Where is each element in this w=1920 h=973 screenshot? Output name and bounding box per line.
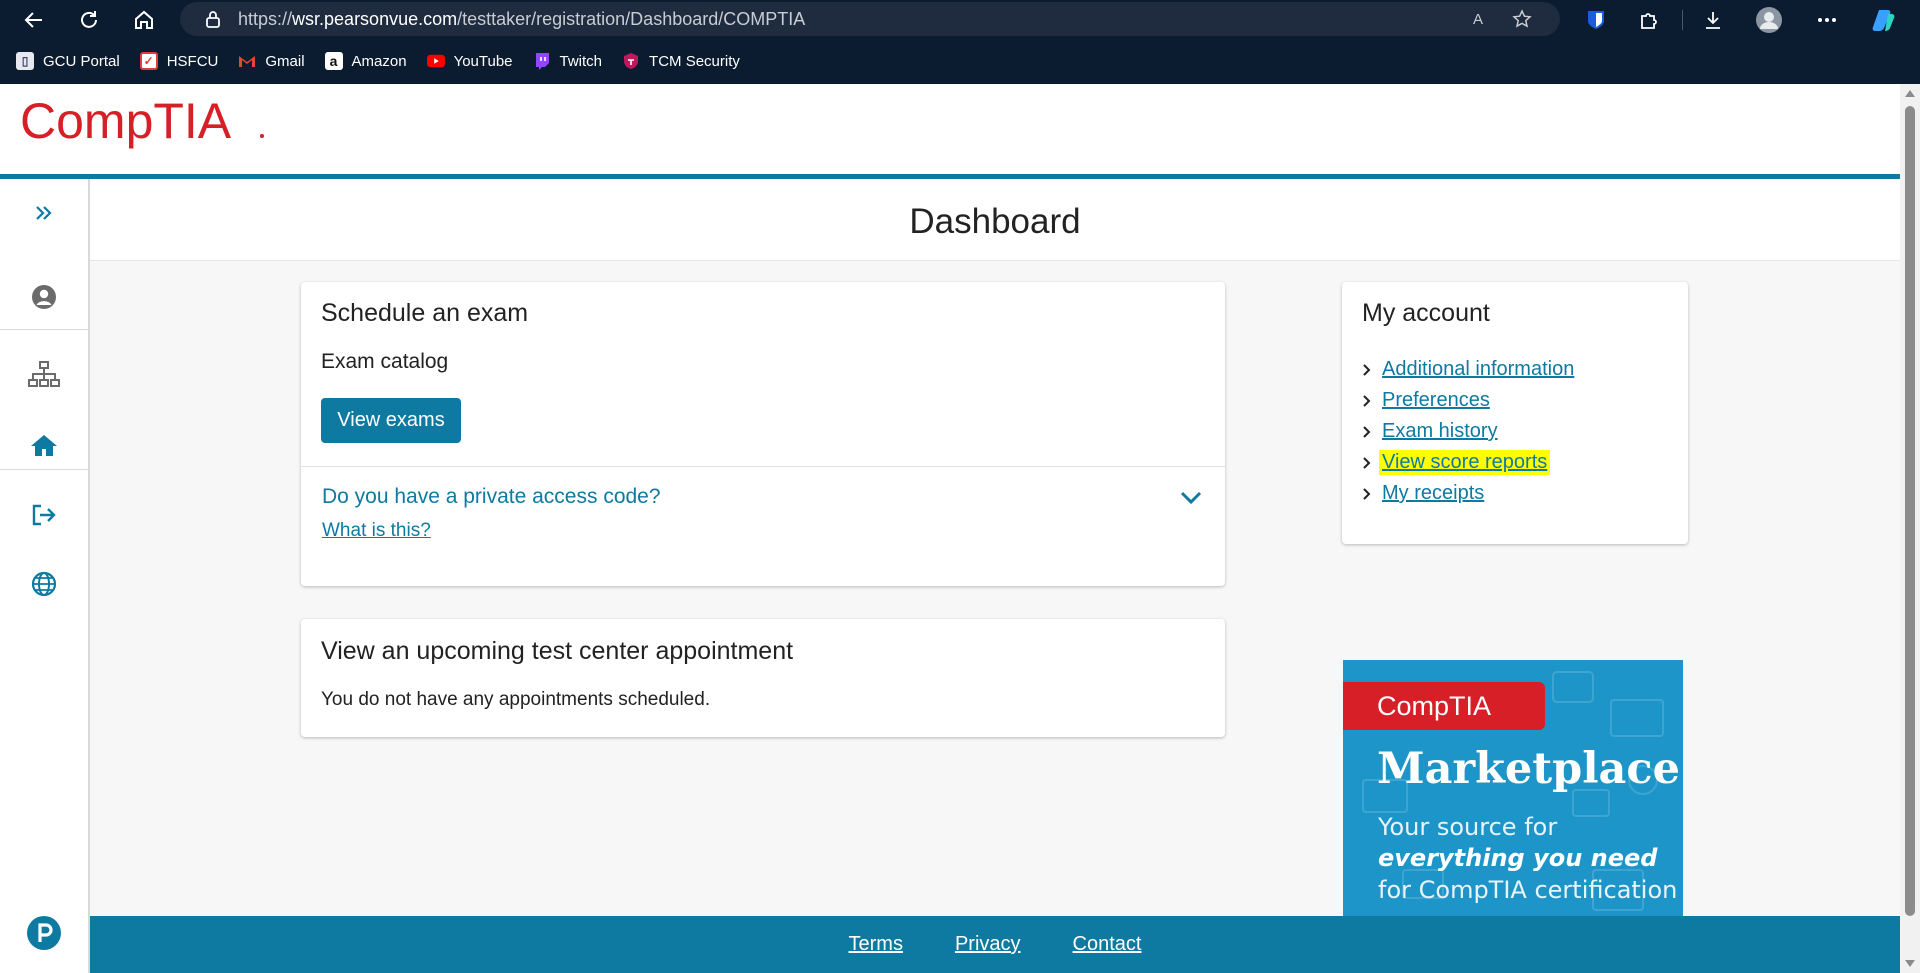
home-dashboard-icon[interactable] <box>0 421 88 469</box>
account-link-label[interactable]: Preferences <box>1382 389 1490 412</box>
expand-sidebar-icon[interactable] <box>0 189 88 237</box>
promo-headline: Marketplace <box>1377 744 1680 794</box>
scroll-down-icon[interactable] <box>1905 960 1915 967</box>
chevron-right-icon <box>1362 363 1382 377</box>
account-link-preferences[interactable]: Preferences <box>1362 385 1574 416</box>
downloads-icon[interactable] <box>1699 6 1727 34</box>
site-footer: Terms Privacy Contact <box>90 916 1900 973</box>
footer-privacy-link[interactable]: Privacy <box>955 933 1021 956</box>
no-appointments-message: You do not have any appointments schedul… <box>321 689 711 710</box>
bookmark-label: YouTube <box>453 52 513 70</box>
sidebar-divider <box>0 329 88 330</box>
page-title: Dashboard <box>909 202 1081 241</box>
card-divider <box>301 466 1225 467</box>
extensions-icon[interactable] <box>1635 6 1663 34</box>
profile-avatar-icon[interactable] <box>1755 6 1783 34</box>
marketplace-promo-banner[interactable]: CompTIA Marketplace Your source for ever… <box>1343 660 1683 929</box>
account-link-label[interactable]: Exam history <box>1382 420 1498 443</box>
account-link-exam-history[interactable]: Exam history <box>1362 416 1574 447</box>
comptia-logo[interactable]: CompTIA <box>20 93 270 161</box>
tcm-security-icon <box>622 52 640 70</box>
promo-comptia-tag: CompTIA <box>1343 682 1545 730</box>
scroll-up-icon[interactable] <box>1905 90 1915 97</box>
my-account-heading: My account <box>1362 299 1490 327</box>
account-links-list: Additional information Preferences Exam … <box>1362 354 1574 509</box>
bookmarks-bar: ▯ GCU Portal ✓ HSFCU Gmail a Amazon YouT… <box>0 46 744 76</box>
account-link-label-highlighted[interactable]: View score reports <box>1379 450 1551 475</box>
sidebar-divider <box>0 469 88 470</box>
back-icon[interactable] <box>20 6 48 34</box>
lock-icon[interactable] <box>204 10 222 28</box>
side-navigation <box>0 179 90 973</box>
bitwarden-icon[interactable] <box>1582 6 1610 34</box>
bookmark-label: Gmail <box>265 52 305 70</box>
bookmark-label: TCM Security <box>649 52 740 70</box>
chevron-down-icon[interactable] <box>1179 486 1203 510</box>
bookmark-tcm-security[interactable]: TCM Security <box>622 52 740 70</box>
bookmark-gmail[interactable]: Gmail <box>238 52 305 70</box>
bookmark-gcu-portal[interactable]: ▯ GCU Portal <box>16 52 120 70</box>
promo-line-3: for CompTIA certification <box>1378 876 1678 904</box>
footer-contact-link[interactable]: Contact <box>1073 933 1142 956</box>
private-access-code-toggle[interactable]: Do you have a private access code? <box>322 485 661 509</box>
exam-catalog-label: Exam catalog <box>321 350 449 373</box>
footer-links: Terms Privacy Contact <box>90 916 1900 973</box>
view-exams-button[interactable]: View exams <box>321 398 461 443</box>
sitemap-icon[interactable] <box>0 351 88 399</box>
appointment-card: View an upcoming test center appointment… <box>301 619 1225 737</box>
pearson-logo-icon[interactable] <box>0 909 88 957</box>
bookmark-youtube[interactable]: YouTube <box>426 52 513 70</box>
account-link-additional-information[interactable]: Additional information <box>1362 354 1574 385</box>
address-bar[interactable]: https://wsr.pearsonvue.com/testtaker/reg… <box>180 2 1560 36</box>
address-row: https://wsr.pearsonvue.com/testtaker/reg… <box>0 0 1920 40</box>
refresh-icon[interactable] <box>75 6 103 34</box>
bookmark-twitch[interactable]: Twitch <box>533 52 603 70</box>
bookmark-amazon[interactable]: a Amazon <box>324 52 407 70</box>
bookmark-hsfcu[interactable]: ✓ HSFCU <box>139 52 219 70</box>
page-viewport: CompTIA Dashboard Schedule an exam Exam … <box>0 84 1900 973</box>
account-link-label[interactable]: Additional information <box>1382 358 1574 381</box>
my-account-card: My account Additional information Prefer… <box>1342 282 1688 544</box>
bookmark-label: GCU Portal <box>43 52 120 70</box>
page-scrollbar[interactable] <box>1900 84 1920 973</box>
logo-text: CompTIA <box>20 96 232 149</box>
schedule-exam-heading: Schedule an exam <box>321 299 529 327</box>
hsfcu-icon: ✓ <box>139 52 158 70</box>
twitch-icon <box>533 52 551 70</box>
footer-terms-link[interactable]: Terms <box>849 933 903 956</box>
url-text[interactable]: https://wsr.pearsonvue.com/testtaker/reg… <box>238 9 805 30</box>
promo-line-1: Your source for <box>1378 813 1558 841</box>
favorite-star-icon[interactable] <box>1512 9 1532 29</box>
read-aloud-icon[interactable]: A <box>1468 9 1488 29</box>
amazon-icon: a <box>324 52 343 70</box>
chevron-right-icon <box>1362 425 1382 439</box>
youtube-icon <box>426 52 445 70</box>
page-title-band: Dashboard <box>90 179 1900 261</box>
home-icon[interactable] <box>130 6 158 34</box>
account-link-label[interactable]: My receipts <box>1382 482 1484 505</box>
site-header: CompTIA <box>0 84 1900 179</box>
bookmark-label: HSFCU <box>166 52 219 70</box>
copilot-icon[interactable] <box>1870 6 1898 34</box>
toolbar-divider <box>1682 10 1683 30</box>
language-globe-icon[interactable] <box>0 560 88 608</box>
chevron-right-icon <box>1362 394 1382 408</box>
schedule-exam-card: Schedule an exam Exam catalog View exams… <box>301 282 1225 586</box>
scrollbar-thumb[interactable] <box>1905 106 1915 916</box>
appointment-heading: View an upcoming test center appointment <box>321 637 794 665</box>
account-link-my-receipts[interactable]: My receipts <box>1362 478 1574 509</box>
browser-chrome: https://wsr.pearsonvue.com/testtaker/reg… <box>0 0 1920 84</box>
chevron-right-icon <box>1362 487 1382 501</box>
sign-out-icon[interactable] <box>0 491 88 539</box>
account-profile-icon[interactable] <box>0 273 88 321</box>
gcu-portal-icon: ▯ <box>16 52 34 70</box>
bookmark-label: Twitch <box>559 52 603 70</box>
promo-line-2: everything you need <box>1378 844 1658 872</box>
more-options-icon[interactable] <box>1813 6 1841 34</box>
what-is-this-link[interactable]: What is this? <box>322 520 431 542</box>
gmail-icon <box>238 52 256 70</box>
bookmark-label: Amazon <box>351 52 407 70</box>
account-link-view-score-reports[interactable]: View score reports <box>1362 447 1574 478</box>
